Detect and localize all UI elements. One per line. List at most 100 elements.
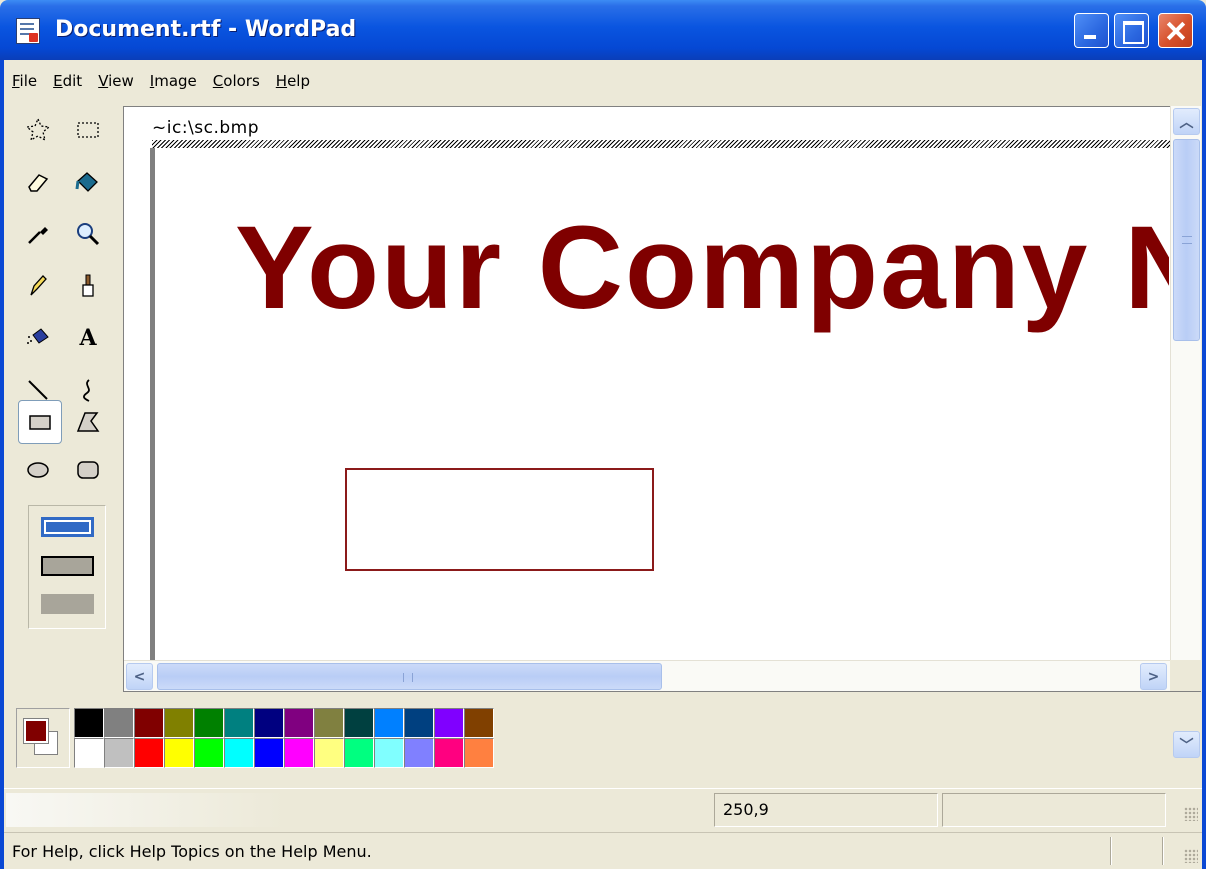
rectangle-icon [29, 415, 51, 430]
ellipse-icon [27, 462, 49, 478]
color-swatch[interactable] [404, 738, 434, 768]
color-swatch[interactable] [224, 738, 254, 768]
menu-colors[interactable]: Colors [205, 72, 268, 90]
color-swatch[interactable] [164, 738, 194, 768]
polygon-icon [76, 412, 100, 432]
brush-icon [82, 274, 94, 297]
window-frame-left [0, 60, 4, 869]
color-swatch[interactable] [464, 708, 494, 738]
color-swatch[interactable] [74, 708, 104, 738]
color-swatch[interactable] [314, 708, 344, 738]
color-swatch[interactable] [74, 738, 104, 768]
color-swatch[interactable] [374, 708, 404, 738]
vertical-scroll-thumb[interactable] [1173, 139, 1200, 341]
magnifier-tool[interactable] [66, 212, 110, 256]
outline-and-fill-option[interactable] [41, 556, 94, 576]
horizontal-scroll-thumb[interactable] [157, 663, 662, 690]
help-status-text: For Help, click Help Topics on the Help … [12, 842, 372, 861]
drawing-canvas[interactable]: Your Company N [155, 148, 1169, 663]
status-bar-top: 250,9 [4, 788, 1202, 830]
fill-icon [75, 172, 98, 192]
chevron-right-icon: > [1147, 668, 1160, 685]
color-swatch[interactable] [464, 738, 494, 768]
color-swatch[interactable] [284, 738, 314, 768]
color-swatch[interactable] [134, 738, 164, 768]
fill-only-option[interactable] [41, 594, 94, 614]
menu-help[interactable]: Help [268, 72, 318, 90]
scroll-corner [1170, 660, 1201, 691]
current-colors-indicator[interactable] [16, 708, 70, 768]
menu-image[interactable]: Image [142, 72, 205, 90]
resize-grip-icon[interactable] [1184, 849, 1198, 863]
color-swatch[interactable] [314, 738, 344, 768]
color-swatch[interactable] [194, 708, 224, 738]
color-swatch[interactable] [374, 738, 404, 768]
select-icon [77, 122, 99, 138]
color-swatch[interactable] [224, 708, 254, 738]
tool-box: A [14, 108, 118, 688]
color-swatch[interactable] [254, 708, 284, 738]
selection-border [152, 140, 1170, 148]
color-swatch[interactable] [344, 708, 374, 738]
rectangle-tool[interactable] [18, 400, 62, 444]
menu-bar: File Edit View Image Colors Help [4, 62, 1202, 100]
cursor-coordinates: 250,9 [714, 793, 938, 827]
color-swatch[interactable] [104, 708, 134, 738]
chevron-down-icon: ﹀ [1179, 737, 1194, 754]
foreground-color-swatch [23, 718, 49, 744]
pick-color-icon [28, 227, 48, 244]
chevron-left-icon: < [133, 668, 146, 685]
horizontal-scrollbar[interactable]: < > [124, 660, 1170, 691]
canvas-company-text: Your Company N [235, 202, 1169, 334]
pencil-tool[interactable] [16, 264, 60, 308]
menu-view[interactable]: View [90, 72, 142, 90]
scroll-left-button[interactable]: < [126, 663, 153, 690]
chevron-up-icon: ︿ [1179, 114, 1194, 131]
close-button[interactable] [1158, 13, 1193, 48]
brush-tool[interactable] [66, 264, 110, 308]
scroll-up-button[interactable]: ︿ [1173, 108, 1200, 135]
select-tool[interactable] [66, 108, 110, 152]
status-bar-bottom: For Help, click Help Topics on the Help … [4, 832, 1202, 868]
polygon-tool[interactable] [66, 400, 110, 444]
magnifier-icon [77, 223, 100, 246]
color-swatch[interactable] [134, 708, 164, 738]
color-swatch[interactable] [434, 708, 464, 738]
maximize-button[interactable] [1114, 13, 1149, 48]
color-swatch[interactable] [434, 738, 464, 768]
menu-file[interactable]: File [4, 72, 45, 90]
fill-tool[interactable] [66, 160, 110, 204]
eraser-tool[interactable] [16, 160, 60, 204]
rounded-rectangle-tool[interactable] [66, 448, 110, 492]
free-form-select-tool[interactable] [16, 108, 60, 152]
ellipse-tool[interactable] [16, 448, 60, 492]
file-path-label: ~ic:\sc.bmp [152, 118, 260, 138]
pick-color-tool[interactable] [16, 212, 60, 256]
fill-style-options [28, 505, 106, 629]
wordpad-document-icon[interactable] [16, 18, 40, 44]
color-swatch[interactable] [284, 708, 314, 738]
status-panel-empty [6, 793, 706, 827]
outline-only-option[interactable] [41, 517, 94, 537]
minimize-button[interactable] [1074, 13, 1109, 48]
airbrush-icon [27, 328, 49, 344]
canvas-rectangle [345, 468, 654, 571]
airbrush-tool[interactable] [16, 316, 60, 360]
text-tool[interactable]: A [66, 316, 110, 360]
free-form-select-icon [25, 117, 51, 142]
pencil-icon [30, 275, 47, 296]
color-swatch[interactable] [254, 738, 284, 768]
vertical-scrollbar[interactable]: ︿ ﹀ [1170, 106, 1201, 758]
resize-grip-icon[interactable] [1184, 807, 1198, 821]
color-swatch[interactable] [104, 738, 134, 768]
eraser-icon [28, 174, 49, 192]
menu-edit[interactable]: Edit [45, 72, 90, 90]
scroll-down-button[interactable]: ﹀ [1173, 731, 1200, 758]
color-swatch[interactable] [404, 708, 434, 738]
color-swatch[interactable] [164, 708, 194, 738]
scroll-right-button[interactable]: > [1140, 663, 1167, 690]
color-swatch[interactable] [194, 738, 224, 768]
text-icon: A [79, 325, 97, 351]
color-swatch[interactable] [344, 738, 374, 768]
title-bar[interactable]: Document.rtf - WordPad [0, 0, 1206, 60]
